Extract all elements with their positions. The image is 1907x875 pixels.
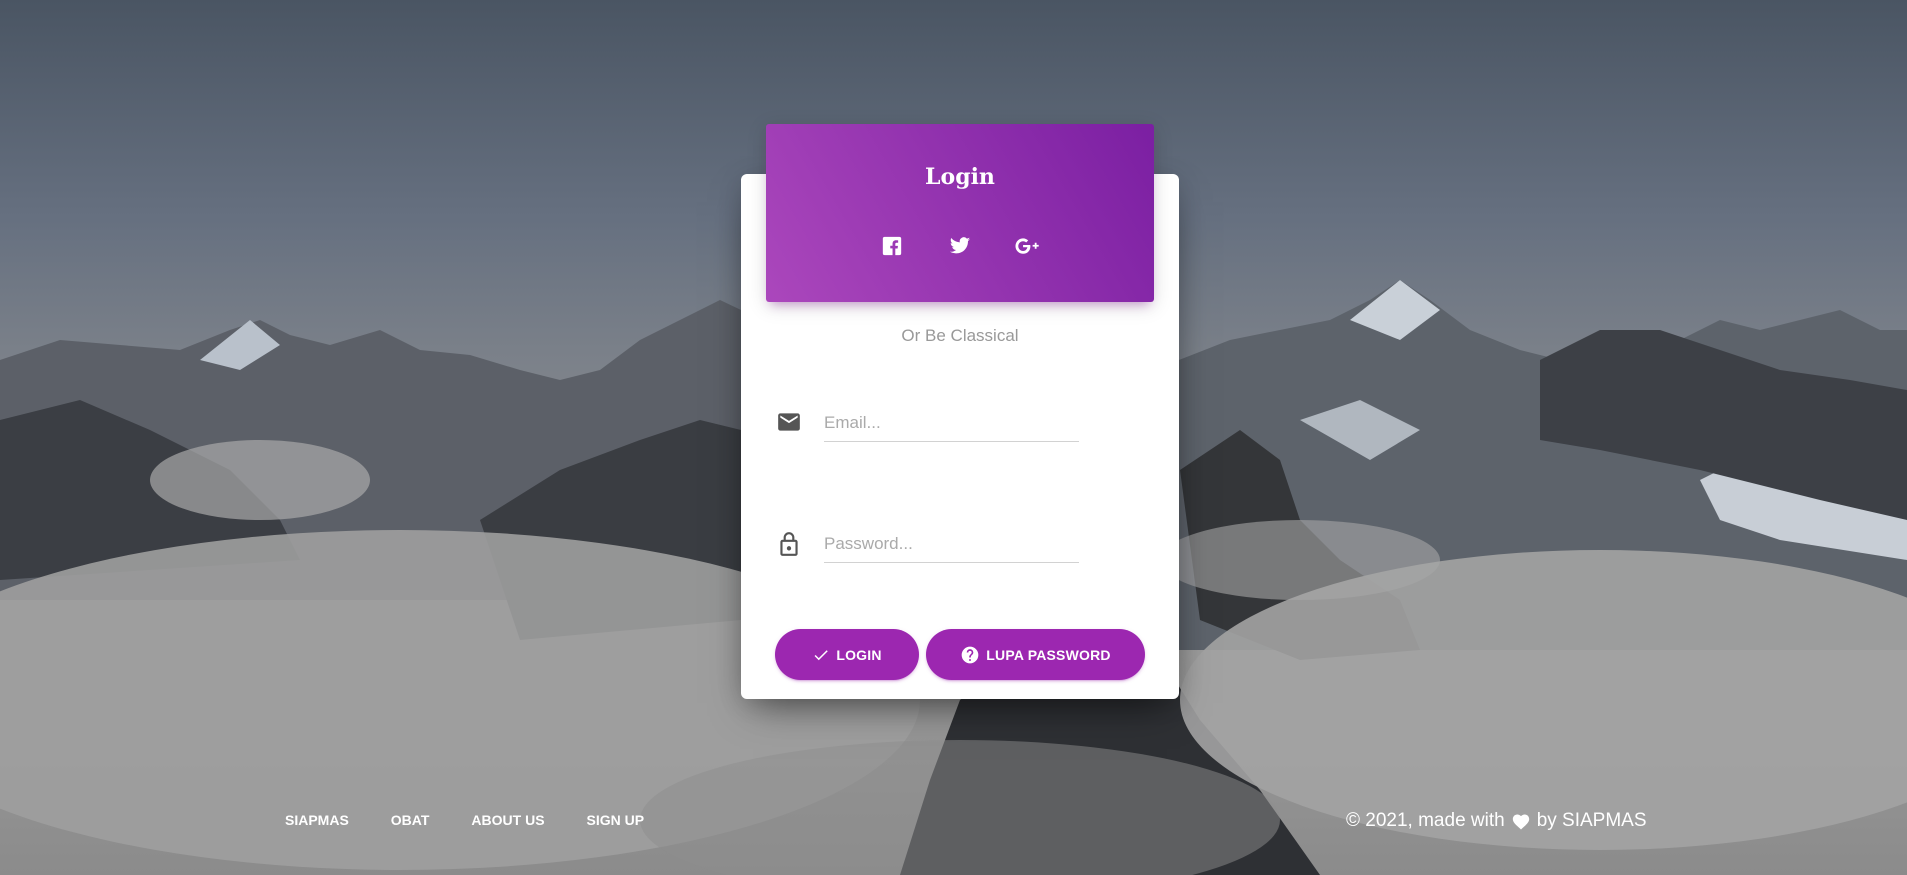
twitter-button[interactable] [946, 232, 974, 260]
google-plus-icon [1015, 238, 1039, 254]
copyright-prefix: © 2021, made with [1346, 810, 1505, 831]
footer-link-about-us[interactable]: ABOUT US [471, 812, 544, 828]
forgot-password-button-label: LUPA PASSWORD [986, 646, 1111, 663]
login-button[interactable]: LOGIN [775, 629, 919, 680]
footer-link-siapmas[interactable]: SIAPMAS [285, 812, 349, 828]
footer-link-obat[interactable]: OBAT [391, 812, 430, 828]
lock-icon [776, 530, 802, 556]
email-input[interactable] [824, 405, 1079, 442]
heart-icon [1512, 814, 1529, 830]
google-plus-button[interactable] [1014, 232, 1042, 260]
password-field-group [776, 526, 1079, 570]
check-icon [814, 649, 829, 660]
email-field-group [776, 405, 1079, 449]
copyright-suffix: by SIAPMAS [1536, 810, 1647, 831]
login-button-label: LOGIN [836, 646, 882, 663]
help-icon [961, 646, 979, 663]
password-input[interactable] [824, 526, 1079, 563]
login-subtitle: Or Be Classical [901, 326, 1019, 345]
footer-link-sign-up[interactable]: SIGN UP [587, 812, 645, 828]
login-card-header: Login [766, 124, 1154, 302]
social-buttons [766, 232, 1154, 260]
facebook-icon [882, 236, 902, 256]
copyright: © 2021, made with by SIAPMAS [1346, 810, 1647, 832]
mail-icon [776, 409, 802, 435]
footer-nav: SIAPMAS OBAT ABOUT US SIGN UP [285, 812, 686, 828]
login-title: Login [925, 164, 995, 190]
facebook-button[interactable] [878, 232, 906, 260]
twitter-icon [949, 237, 971, 254]
forgot-password-button[interactable]: LUPA PASSWORD [926, 629, 1145, 680]
